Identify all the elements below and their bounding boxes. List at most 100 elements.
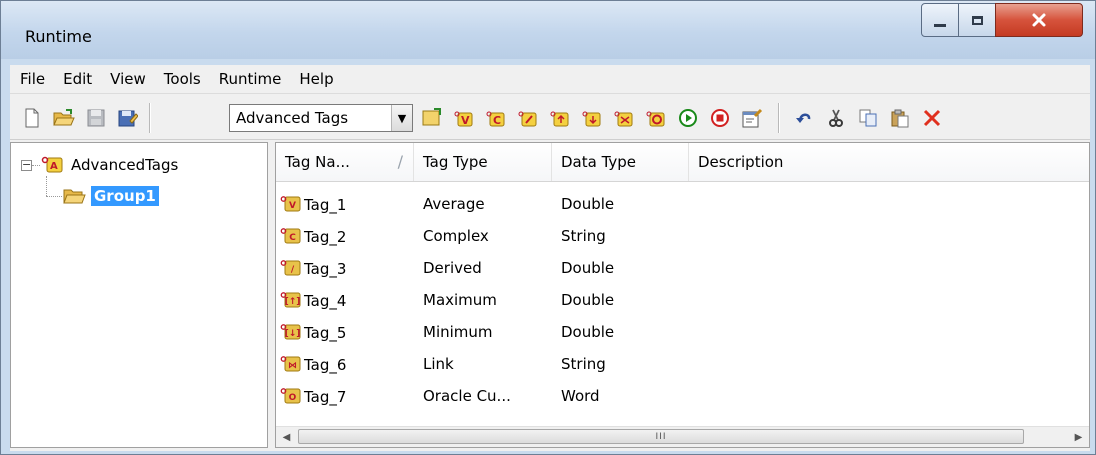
svg-text:V: V: [461, 114, 470, 127]
column-label: Tag Na...: [285, 153, 350, 171]
cell-tag-type: Link: [423, 355, 454, 373]
cell-tag-type: Average: [423, 195, 485, 213]
save-button[interactable]: [84, 106, 108, 130]
minimize-button[interactable]: [921, 3, 959, 37]
open-button[interactable]: [52, 106, 76, 130]
svg-text:[↓]: [↓]: [285, 329, 301, 339]
properties-button[interactable]: [740, 106, 764, 130]
table-row[interactable]: [↓] Tag_5 Minimum Double: [276, 317, 1089, 348]
tree-item-label: AdvancedTags: [71, 156, 179, 174]
complex-tag-icon: C: [486, 111, 505, 127]
cell-tag-type: Complex: [423, 227, 489, 245]
paste-button[interactable]: [888, 106, 912, 130]
chevron-down-icon[interactable]: ▼: [391, 105, 412, 131]
advanced-tags-icon: A: [41, 156, 63, 173]
svg-text:⋈: ⋈: [288, 361, 297, 371]
sort-indicator-icon: /: [397, 152, 403, 171]
paste-icon: [891, 109, 909, 128]
collapse-toggle[interactable]: −: [21, 159, 32, 171]
tree-connector: [46, 196, 62, 198]
copy-button[interactable]: [856, 106, 880, 130]
scroll-right-icon[interactable]: ▶: [1070, 429, 1087, 445]
menu-edit[interactable]: Edit: [54, 70, 101, 88]
menu-view[interactable]: View: [101, 70, 155, 88]
svg-text:C: C: [289, 233, 296, 243]
cell-data-type: Double: [561, 323, 615, 341]
tag-name-text: Tag_7: [304, 388, 347, 406]
menu-file[interactable]: File: [10, 70, 54, 88]
cell-tag-name: / Tag_3: [280, 259, 346, 278]
cut-button[interactable]: [824, 106, 848, 130]
tag-name-text: Tag_6: [304, 356, 347, 374]
add-minimum-tag-button[interactable]: [580, 106, 604, 130]
cell-data-type: Double: [561, 259, 615, 277]
column-label: Data Type: [561, 153, 637, 171]
horizontal-scrollbar[interactable]: ◀ III ▶: [276, 426, 1089, 447]
tag-icon: ⋈: [280, 356, 301, 372]
add-complex-tag-button[interactable]: C: [484, 106, 508, 130]
column-header-data-type[interactable]: Data Type: [552, 143, 689, 181]
title-bar[interactable]: Runtime: [1, 1, 1095, 59]
table-row[interactable]: [↑] Tag_4 Maximum Double: [276, 285, 1089, 316]
add-maximum-tag-button[interactable]: [548, 106, 572, 130]
cell-data-type: String: [561, 227, 606, 245]
toolbar: Advanced Tags ▼ V C: [10, 94, 1090, 140]
tag-type-combobox[interactable]: Advanced Tags ▼: [229, 104, 413, 132]
column-header-row: Tag Na... / Tag Type Data Type Descripti…: [276, 143, 1089, 182]
add-tag-button[interactable]: [420, 106, 444, 130]
undo-button[interactable]: [792, 106, 816, 130]
column-header-tag-type[interactable]: Tag Type: [414, 143, 552, 181]
column-header-tag-name[interactable]: Tag Na... /: [276, 143, 414, 181]
tag-icon: V: [280, 196, 301, 212]
delete-icon: [923, 109, 941, 127]
table-row[interactable]: / Tag_3 Derived Double: [276, 253, 1089, 284]
tag-tree[interactable]: − A AdvancedTags Group1: [10, 142, 268, 448]
play-icon: [679, 109, 697, 127]
menu-runtime[interactable]: Runtime: [210, 70, 291, 88]
folder-icon: [63, 189, 86, 204]
cell-tag-type: Minimum: [423, 323, 493, 341]
start-button[interactable]: [676, 106, 700, 130]
properties-icon: [742, 108, 763, 128]
table-row[interactable]: C Tag_2 Complex String: [276, 221, 1089, 252]
toolbar-separator: [778, 103, 780, 133]
column-label: Tag Type: [423, 153, 488, 171]
delete-button[interactable]: [920, 106, 944, 130]
stop-button[interactable]: [708, 106, 732, 130]
new-button[interactable]: [20, 106, 44, 130]
minimize-icon: [934, 23, 946, 27]
add-link-tag-button[interactable]: [612, 106, 636, 130]
menu-bar: File Edit View Tools Runtime Help: [10, 65, 1090, 94]
average-tag-icon: V: [454, 111, 473, 127]
svg-text:O: O: [289, 393, 297, 403]
window-title: Runtime: [25, 27, 92, 46]
menu-tools[interactable]: Tools: [155, 70, 210, 88]
tree-item-group1[interactable]: Group1: [63, 185, 159, 207]
scroll-thumb[interactable]: III: [298, 429, 1024, 444]
add-oracle-tag-button[interactable]: [644, 106, 668, 130]
scroll-left-icon[interactable]: ◀: [278, 429, 295, 445]
menu-help[interactable]: Help: [290, 70, 342, 88]
tag-list[interactable]: Tag Na... / Tag Type Data Type Descripti…: [275, 142, 1090, 448]
close-button[interactable]: [995, 3, 1083, 37]
svg-text:V: V: [289, 201, 296, 211]
table-row[interactable]: O Tag_7 Oracle Cu... Word: [276, 381, 1089, 412]
undo-icon: [796, 113, 811, 123]
tag-name-text: Tag_1: [304, 196, 347, 214]
toolbar-separator: [149, 103, 151, 133]
cut-icon: [829, 109, 843, 127]
cell-data-type: Word: [561, 387, 600, 405]
tree-item-advancedtags[interactable]: A AdvancedTags: [41, 154, 178, 176]
add-derived-tag-button[interactable]: [516, 106, 540, 130]
tag-name-text: Tag_2: [304, 228, 347, 246]
copy-icon: [859, 109, 877, 127]
table-row[interactable]: V Tag_1 Average Double: [276, 189, 1089, 220]
column-header-description[interactable]: Description: [689, 143, 1089, 181]
new-document-icon: [25, 108, 39, 128]
add-average-tag-button[interactable]: V: [452, 106, 476, 130]
table-row[interactable]: ⋈ Tag_6 Link String: [276, 349, 1089, 380]
save-as-button[interactable]: [116, 106, 140, 130]
link-tag-icon: [614, 111, 633, 127]
maximize-button[interactable]: [958, 3, 996, 37]
tree-connector: [46, 176, 48, 196]
